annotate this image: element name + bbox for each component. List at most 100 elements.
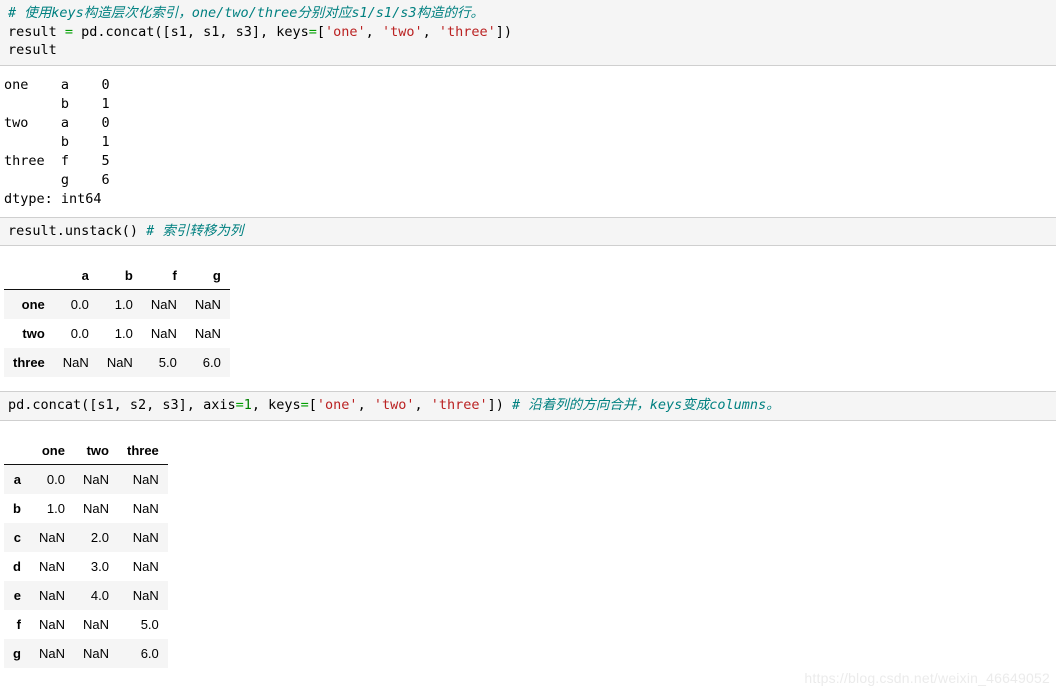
code-token-plain: ]) (495, 23, 513, 40)
csdn-watermark: https://blog.csdn.net/weixin_46649052 (804, 670, 1050, 686)
code-token-comment: # 索引转移为列 (146, 222, 244, 239)
code-token-num: 1 (243, 397, 252, 414)
table-row-index: g (4, 638, 30, 668)
dataframe-output-output-concat-table: one two three a 0.0 NaN NaN b 1.0 NaN NaN c NaN 2.0 Na… (0, 421, 1056, 682)
table-cell: NaN (185, 289, 230, 320)
code-line: pd.concat([s1, s2, s3], axis=1, keys=['o… (8, 396, 1048, 415)
code-token-eq: = (308, 23, 317, 40)
table-row: f NaN NaN 5.0 (4, 609, 168, 639)
code-line: # 使用keys构造层次化索引，one/two/three分别对应s1/s1/s… (8, 4, 1048, 23)
table-cell: 4.0 (73, 580, 118, 610)
code-token-plain: result (8, 23, 65, 40)
code-token-string: 'one' (325, 23, 366, 40)
table-cell: NaN (29, 609, 74, 639)
table-row: a 0.0 NaN NaN (4, 464, 168, 494)
code-token-comment: # 使用keys构造层次化索引，one/two/three分别对应s1/s1/s… (8, 5, 484, 21)
table-cell: 0.0 (29, 464, 74, 494)
table-column-header: a (53, 264, 98, 291)
table-cell: NaN (141, 319, 186, 349)
code-token-plain: , (414, 397, 431, 414)
text-output-output-series: one a 0 b 1 two a 0 b 1 three f 5 g 6 dt… (4, 76, 110, 207)
table-cell: NaN (29, 522, 74, 552)
code-token-plain: result.unstack() (8, 222, 147, 239)
code-token-comment: # 沿着列的方向合并，keys变成columns。 (512, 397, 780, 414)
code-token-plain: result (8, 42, 57, 59)
code-token-plain: , (357, 397, 374, 414)
table-row: e NaN 4.0 NaN (4, 580, 168, 610)
table-row-index: e (4, 580, 30, 610)
table-cell: NaN (73, 609, 118, 639)
code-token-plain: ]) (487, 397, 513, 414)
code-line: result (8, 41, 1048, 60)
code-token-string: 'two' (373, 397, 415, 414)
table-index-header (4, 438, 30, 465)
table-cell: NaN (97, 348, 142, 378)
table-column-header: g (185, 264, 230, 291)
table-row-index: c (4, 522, 30, 552)
table-row-index: three (4, 348, 54, 378)
table-cell: NaN (29, 638, 74, 668)
code-token-plain: [ (316, 23, 326, 40)
code-token-eq: = (235, 397, 244, 414)
table-row: one 0.0 1.0 NaN NaN (4, 289, 230, 320)
table-row-index: f (4, 609, 30, 639)
table-cell: NaN (29, 580, 74, 610)
table-cell: 5.0 (117, 609, 168, 639)
table-column-header: b (97, 264, 142, 291)
table-cell: 5.0 (141, 348, 186, 378)
table-row: three NaN NaN 5.0 6.0 (4, 348, 230, 378)
table-row-index: d (4, 551, 30, 581)
code-token-string: 'three' (438, 23, 496, 40)
table-cell: 3.0 (73, 551, 118, 581)
code-line: result.unstack() # 索引转移为列 (8, 222, 1048, 241)
code-token-plain: pd.concat([s1, s2, s3], axis (8, 397, 236, 414)
code-cell-cell-unstack[interactable]: result.unstack() # 索引转移为列 (0, 216, 1056, 247)
table-column-header: f (141, 264, 186, 291)
table-row: two 0.0 1.0 NaN NaN (4, 319, 230, 349)
dataframe-table: a b f g one 0.0 1.0 NaN NaN two 0.0 1.0 NaN NaN three N… (4, 264, 230, 378)
table-cell: NaN (117, 522, 168, 552)
table-cell: NaN (73, 493, 118, 523)
code-line: result = pd.concat([s1, s1, s3], keys=['… (8, 23, 1048, 42)
code-token-string: 'one' (316, 397, 358, 414)
table-index-header (4, 264, 54, 291)
code-token-string: 'two' (381, 23, 423, 40)
code-cell-cell-concat-axis1[interactable]: pd.concat([s1, s2, s3], axis=1, keys=['o… (0, 391, 1056, 421)
code-token-plain: , (365, 23, 382, 40)
table-cell: 6.0 (117, 638, 168, 668)
table-cell: 0.0 (53, 289, 98, 320)
table-cell: 1.0 (29, 493, 74, 523)
table-header-row: one two three (4, 438, 168, 465)
table-header-row: abfg (4, 264, 230, 291)
code-token-plain: pd.concat([s1, s1, s3], keys (73, 23, 309, 40)
notebook-body: # 使用keys构造层次化索引，one/two/three分别对应s1/s1/s… (0, 0, 1056, 682)
table-column-header: three (117, 438, 168, 465)
table-row: d NaN 3.0 NaN (4, 551, 168, 581)
code-token-string: 'three' (430, 397, 488, 414)
dataframe-output-output-unstack-table: a b f g one 0.0 1.0 NaN NaN two 0.0 1.0 NaN NaN three N… (0, 246, 1056, 391)
table-cell: NaN (141, 289, 186, 320)
table-cell: 6.0 (185, 348, 230, 378)
table-cell: NaN (53, 348, 98, 378)
table-cell: NaN (117, 493, 168, 523)
table-cell: NaN (117, 551, 168, 581)
table-cell: 1.0 (97, 289, 142, 320)
table-cell: NaN (185, 319, 230, 349)
table-row-index: one (4, 289, 54, 320)
table-cell: NaN (117, 464, 168, 494)
code-token-plain: , keys (251, 397, 301, 414)
code-token-eq: = (300, 397, 309, 414)
code-token-plain: , (422, 23, 439, 40)
code-token-plain: [ (308, 397, 317, 414)
code-token-eq: = (64, 23, 74, 40)
table-column-header: two (73, 438, 118, 465)
table-row: b 1.0 NaN NaN (4, 493, 168, 523)
table-cell: NaN (73, 638, 118, 668)
table-row: g NaN NaN 6.0 (4, 638, 168, 668)
table-cell: 0.0 (53, 319, 98, 349)
dataframe-table: one two three a 0.0 NaN NaN b 1.0 NaN NaN c NaN 2.0 Na… (4, 438, 168, 668)
table-column-header: one (29, 438, 74, 465)
table-row: c NaN 2.0 NaN (4, 522, 168, 552)
table-cell: NaN (73, 464, 118, 494)
code-cell-cell-concat-keys[interactable]: # 使用keys构造层次化索引，one/two/three分别对应s1/s1/s… (0, 0, 1056, 66)
